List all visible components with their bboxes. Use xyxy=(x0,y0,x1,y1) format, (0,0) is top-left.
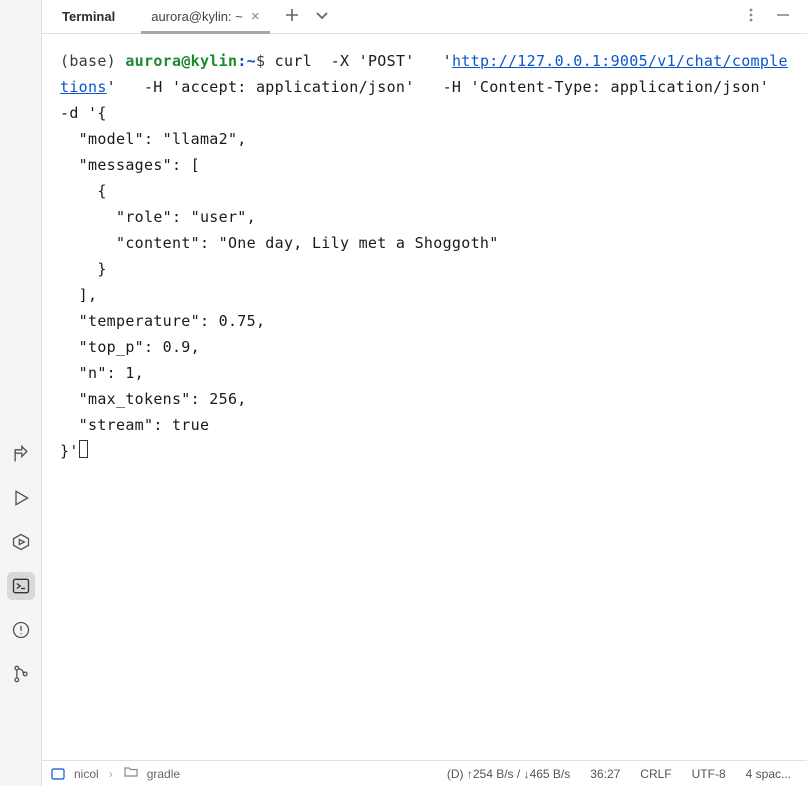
prompt-colon: : xyxy=(237,52,246,70)
cmd-line-4: "content": "One day, Lily met a Shoggoth… xyxy=(60,234,499,252)
panel-title: Terminal xyxy=(50,9,125,24)
breadcrumb-separator-icon: › xyxy=(107,767,115,781)
services-tool-icon[interactable] xyxy=(7,528,35,556)
terminal-area: (base) aurora@kylin:~$ curl -X 'POST' 'h… xyxy=(42,34,807,760)
terminal-output[interactable]: (base) aurora@kylin:~$ curl -X 'POST' 'h… xyxy=(42,34,807,760)
tool-window-sidebar xyxy=(0,0,42,786)
cmd-line-12: }' xyxy=(60,442,79,460)
hide-panel-icon[interactable] xyxy=(775,7,791,26)
cmd-line-0: "model": "llama2", xyxy=(60,130,247,148)
vcs-tool-icon[interactable] xyxy=(7,660,35,688)
status-caret[interactable]: 36:27 xyxy=(584,767,626,781)
status-bar: nicol › gradle (D) ↑254 B/s / ↓465 B/s 3… xyxy=(42,760,807,786)
status-indent[interactable]: 4 spac... xyxy=(740,767,797,781)
cmd-part1: curl -X 'POST' ' xyxy=(275,52,452,70)
build-tool-icon[interactable] xyxy=(7,440,35,468)
terminal-tab[interactable]: aurora@kylin: ~ × xyxy=(141,2,269,32)
project-root-icon[interactable] xyxy=(50,766,66,782)
terminal-tab-label: aurora@kylin: ~ xyxy=(151,9,243,24)
cmd-line-1: "messages": [ xyxy=(60,156,200,174)
terminal-tool-icon[interactable] xyxy=(7,572,35,600)
cmd-line-2: { xyxy=(60,182,107,200)
terminal-tabbar: Terminal aurora@kylin: ~ × xyxy=(42,0,807,34)
status-eol[interactable]: CRLF xyxy=(634,767,677,781)
status-encoding[interactable]: UTF-8 xyxy=(686,767,732,781)
cmd-line-5: } xyxy=(60,260,107,278)
prompt-sigil: $ xyxy=(256,52,275,70)
tab-dropdown-icon[interactable] xyxy=(314,7,330,26)
terminal-cursor xyxy=(79,440,88,458)
tabbar-right xyxy=(743,7,799,26)
cmd-line-7: "temperature": 0.75, xyxy=(60,312,265,330)
panel-options-icon[interactable] xyxy=(743,7,759,26)
cmd-line-3: "role": "user", xyxy=(60,208,256,226)
prompt-env: (base) xyxy=(60,52,125,70)
status-root[interactable]: nicol xyxy=(74,767,99,781)
cmd-line-9: "n": 1, xyxy=(60,364,144,382)
prompt-path: ~ xyxy=(247,52,256,70)
cmd-line-10: "max_tokens": 256, xyxy=(60,390,247,408)
problems-tool-icon[interactable] xyxy=(7,616,35,644)
cmd-line-6: ], xyxy=(60,286,97,304)
status-network[interactable]: (D) ↑254 B/s / ↓465 B/s xyxy=(441,767,576,781)
cmd-part2: ' -H 'accept: application/json' -H 'Cont… xyxy=(60,78,797,122)
run-tool-icon[interactable] xyxy=(7,484,35,512)
tabbar-actions xyxy=(284,7,330,26)
main-column: Terminal aurora@kylin: ~ × (base) aurora… xyxy=(42,0,807,786)
folder-icon xyxy=(123,764,139,783)
cmd-line-8: "top_p": 0.9, xyxy=(60,338,200,356)
new-tab-icon[interactable] xyxy=(284,7,300,26)
status-folder[interactable]: gradle xyxy=(147,767,180,781)
cmd-line-11: "stream": true xyxy=(60,416,209,434)
prompt-user: aurora@kylin xyxy=(125,52,237,70)
close-tab-icon[interactable]: × xyxy=(251,9,260,24)
